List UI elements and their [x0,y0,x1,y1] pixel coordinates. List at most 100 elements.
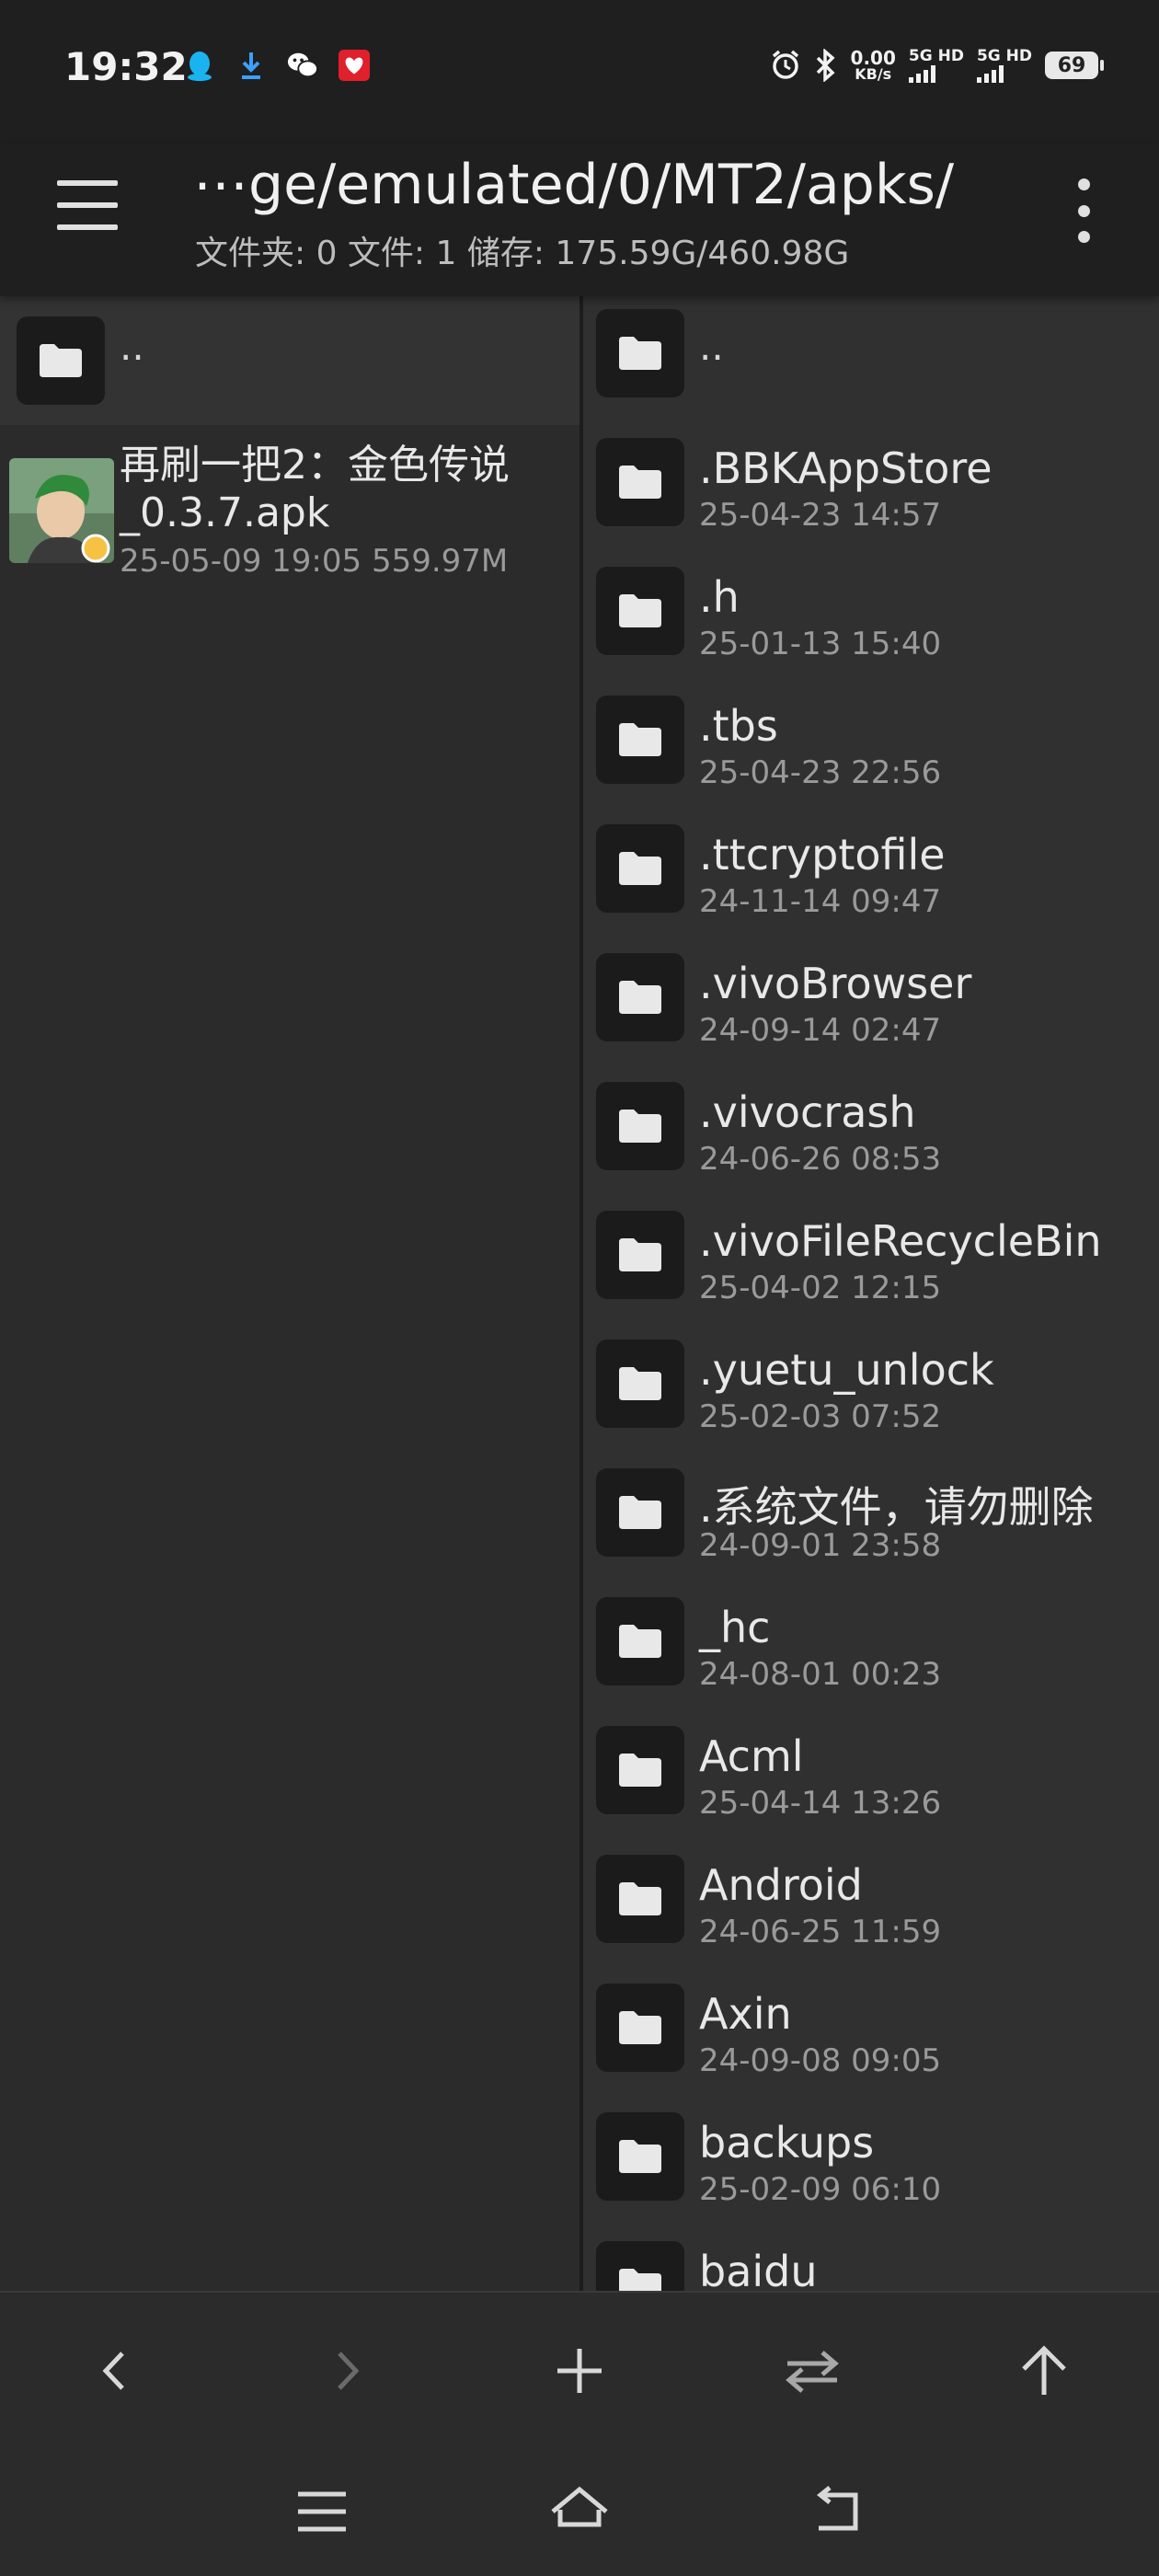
folder-icon [596,1984,684,2072]
folder-date: 25-01-13 15:40 [699,626,942,662]
up-icon[interactable] [1003,2329,1085,2412]
parent-dir-row[interactable]: .. [583,296,1159,425]
folder-row[interactable]: backups 25-02-09 06:10 [583,2099,1159,2228]
folder-icon [596,1340,684,1428]
folder-icon [596,1082,684,1170]
status-time: 19:32 [64,44,188,89]
folder-icon [596,824,684,913]
folder-row[interactable]: Axin 24-09-08 09:05 [583,1971,1159,2099]
folder-icon [596,438,684,526]
folder-date: 25-04-23 14:57 [699,497,942,534]
more-options-button[interactable] [1065,178,1102,243]
folder-date: 25-04-02 12:15 [699,1270,942,1306]
system-nav-bar [0,2447,1159,2576]
storage-stats: 文件夹: 0 文件: 1 储存: 175.59G/460.98G [195,235,850,272]
file-date: 25-05-09 19:05 [120,543,362,580]
folder-date: 24-08-01 00:23 [699,1656,942,1693]
folder-name: .yuetu_unlock [699,1345,994,1395]
notification-icons [184,50,370,81]
folder-name: _hc [699,1603,771,1652]
folder-name: .vivoBrowser [699,959,972,1008]
wechat-icon [287,50,318,81]
battery-level: 69 [1057,53,1086,77]
folder-name: .vivocrash [699,1087,916,1137]
add-icon[interactable] [538,2329,621,2412]
parent-dir-row[interactable]: .. [0,296,580,425]
folder-row[interactable]: .vivoBrowser 24-09-14 02:47 [583,940,1159,1069]
signal-bars-icon [908,64,935,83]
folder-icon [596,1468,684,1557]
folder-icon [596,567,684,655]
net-speed-unit: KB/s [855,65,892,83]
folder-row[interactable]: baidu [583,2228,1159,2291]
folder-icon [596,953,684,1041]
status-bar: 19:32 0.00 KB/s 5G HD 5G HD 69 [0,0,1159,144]
folder-icon [17,316,105,405]
folder-date: 24-06-25 11:59 [699,1914,942,1950]
download-icon [235,50,267,81]
apk-thumbnail [9,458,114,563]
back-icon[interactable] [74,2329,156,2412]
sim1-label: 5G HD [908,47,964,65]
folder-name: .系统文件，请勿删除 [699,1482,1094,1532]
swap-icon[interactable] [771,2329,854,2412]
folder-icon [596,2241,684,2291]
folder-icon [596,309,684,397]
qq-icon [184,50,215,81]
bottom-toolbar [0,2291,1159,2449]
folder-name: Axin [699,1989,792,2039]
folder-date: 24-11-14 09:47 [699,883,942,920]
folder-row[interactable]: .yuetu_unlock 25-02-03 07:52 [583,1327,1159,1455]
folder-row[interactable]: .vivoFileRecycleBin 25-04-02 12:15 [583,1198,1159,1327]
folder-date: 25-02-03 07:52 [699,1398,942,1435]
app-notification-icon [339,50,370,81]
file-size: 559.97M [371,543,509,580]
folder-row[interactable]: _hc 24-08-01 00:23 [583,1584,1159,1713]
folder-icon [596,1597,684,1685]
folder-row[interactable]: .ttcryptofile 24-11-14 09:47 [583,811,1159,940]
folder-date: 25-02-09 06:10 [699,2171,942,2208]
folder-row[interactable]: .BBKAppStore 25-04-23 14:57 [583,425,1159,554]
menu-icon[interactable] [285,2475,359,2548]
folder-icon [596,2112,684,2201]
alarm-icon [772,50,798,79]
status-right: 0.00 KB/s 5G HD 5G HD 69 [770,47,1104,83]
folder-name: Android [699,1860,863,1910]
drawer-menu-button[interactable] [57,180,121,236]
folder-icon [596,1211,684,1299]
folder-row[interactable]: .系统文件，请勿删除 24-09-01 23:58 [583,1455,1159,1584]
file-name: 再刷一把2：金色传说_0.3.7.apk [120,442,510,536]
signal-bars-icon [976,64,1004,83]
sim2-label: 5G HD [976,47,1032,65]
folder-row[interactable]: Acml 25-04-14 13:26 [583,1713,1159,1842]
folder-name: .tbs [699,701,778,751]
folder-name: baidu [699,2247,818,2291]
bluetooth-icon [816,49,835,82]
forward-icon[interactable] [305,2329,388,2412]
folder-date: 24-09-14 02:47 [699,1012,942,1049]
return-icon[interactable] [800,2475,874,2548]
file-meta: 25-05-09 19:05 559.97M [120,543,508,580]
battery-icon: 69 [1045,52,1104,79]
parent-dir-label: .. [120,324,144,369]
current-path[interactable]: ⋯ge/emulated/0/MT2/apks/ [193,153,954,217]
app-toolbar: ⋯ge/emulated/0/MT2/apks/ 文件夹: 0 文件: 1 储存… [0,144,1159,296]
signal-sim1: 5G HD [908,47,964,83]
folder-name: Acml [699,1731,804,1781]
folder-icon [596,1855,684,1943]
folder-date: 24-09-01 23:58 [699,1527,942,1564]
left-pane: .. 再刷一把2：金色传说_0.3.7.apk 25-05-09 19:05 5… [0,296,580,2291]
folder-row[interactable]: Android 24-06-25 11:59 [583,1842,1159,1971]
parent-dir-label: .. [699,324,724,369]
folder-name: backups [699,2118,875,2168]
home-icon[interactable] [543,2475,616,2548]
folder-date: 24-09-08 09:05 [699,2042,942,2079]
right-pane: .. .BBKAppStore 25-04-23 14:57 .h 25-01-13 … [583,296,1159,2291]
folder-name: .ttcryptofile [699,830,946,880]
folder-row[interactable]: .tbs 25-04-23 22:56 [583,683,1159,811]
net-speed: 0.00 KB/s [851,49,896,82]
folder-row[interactable]: .h 25-01-13 15:40 [583,554,1159,683]
folder-row[interactable]: .vivocrash 24-06-26 08:53 [583,1069,1159,1198]
folder-name: .BBKAppStore [699,443,993,493]
folder-name: .h [699,572,740,622]
